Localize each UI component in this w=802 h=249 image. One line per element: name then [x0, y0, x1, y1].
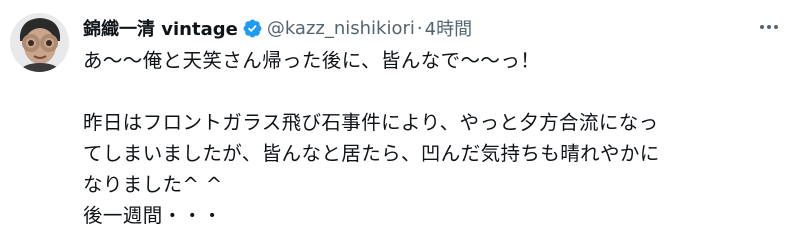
tweet-text-line: 後一週間・・・	[83, 204, 223, 227]
avatar[interactable]	[10, 13, 69, 72]
tweet-timestamp[interactable]: 4時間	[425, 15, 472, 41]
avatar-photo	[10, 13, 69, 72]
separator-dot: ·	[416, 17, 423, 39]
verified-badge-icon[interactable]	[242, 18, 263, 39]
author-handle[interactable]: @kazz_nishikiori	[267, 18, 415, 39]
tweet-text-line: なりました^ ^	[83, 173, 223, 196]
tweet-header: 錦織一清 vintage @kazz_nishikiori · 4時間	[83, 13, 752, 43]
tweet: 錦織一清 vintage @kazz_nishikiori · 4時間 あ～～俺…	[0, 0, 802, 249]
more-dots-icon[interactable]	[758, 18, 780, 36]
tweet-text-line: あ～～俺と天笑さん帰った後に、皆んなで～～っ！	[83, 49, 541, 72]
tweet-text-line: 昨日はフロントガラス飛び石事件により、やっと夕方合流になっ	[83, 111, 659, 134]
tweet-text-line: てしまいましたが、皆んなと居たら、凹んだ気持ちも晴れやかに	[83, 142, 660, 165]
author-display-name[interactable]: 錦織一清 vintage	[83, 15, 238, 41]
tweet-text: あ～～俺と天笑さん帰った後に、皆んなで～～っ！ 昨日はフロントガラス飛び石事件に…	[83, 45, 783, 231]
